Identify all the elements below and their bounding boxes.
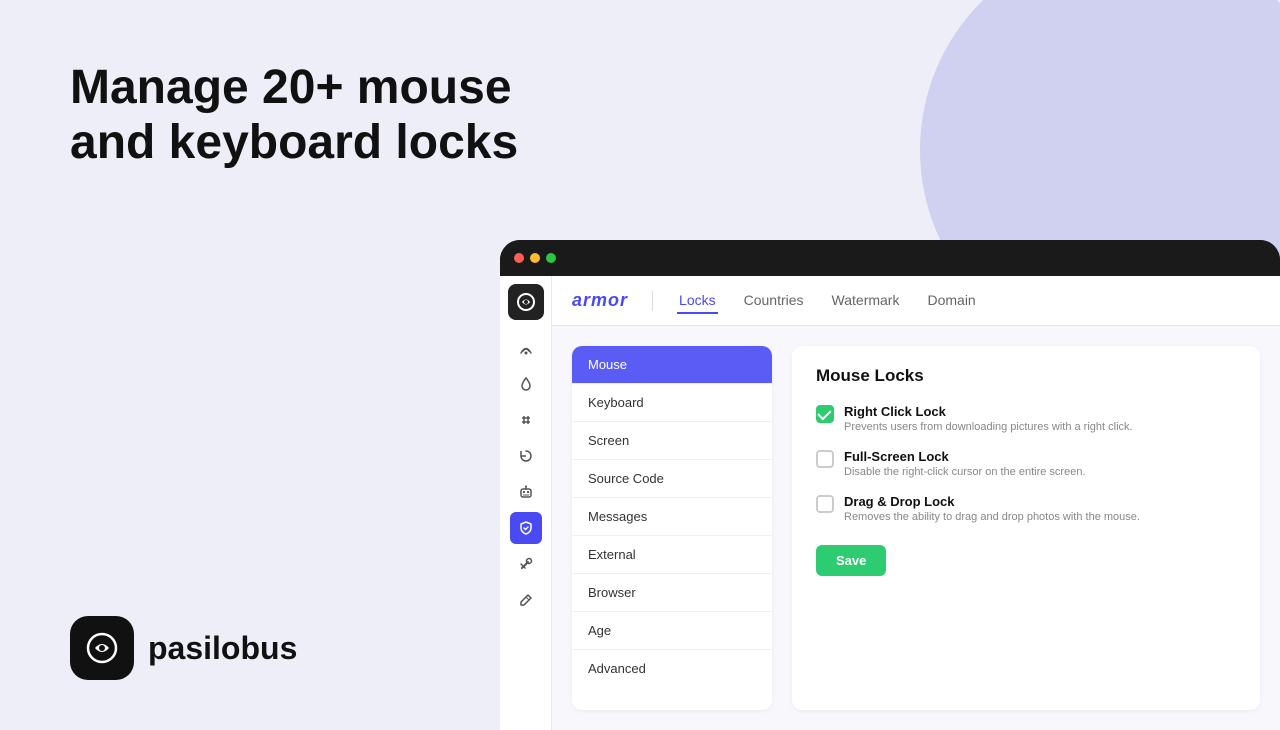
grid-icon	[518, 412, 534, 428]
brand-section: pasilobus	[70, 616, 297, 680]
antenna-icon	[518, 340, 534, 356]
drag-drop-checkbox[interactable]	[816, 495, 834, 513]
category-item-advanced[interactable]: Advanced	[572, 650, 772, 687]
save-button[interactable]: Save	[816, 545, 886, 576]
drag-drop-desc: Removes the ability to drag and drop pho…	[844, 511, 1140, 523]
window-topbar	[500, 240, 1280, 276]
sidebar-logo-icon	[515, 291, 537, 313]
nav-tab-locks[interactable]: Locks	[677, 288, 718, 314]
sidebar-icon-grid[interactable]	[510, 404, 542, 436]
app-inner: armor Locks Countries Watermark Domain M…	[500, 276, 1280, 730]
app-window: armor Locks Countries Watermark Domain M…	[500, 240, 1280, 730]
nav-tab-countries[interactable]: Countries	[742, 288, 806, 314]
nav-brand: armor	[572, 290, 628, 311]
drop-icon	[518, 376, 534, 392]
right-click-checkbox[interactable]	[816, 405, 834, 423]
category-item-age[interactable]: Age	[572, 612, 772, 650]
brand-logo	[70, 616, 134, 680]
shield-icon	[518, 520, 534, 536]
window-close-dot	[514, 253, 524, 263]
nav-divider	[652, 291, 653, 311]
brand-name-text: pasilobus	[148, 630, 297, 667]
lock-option-drag-drop: Drag & Drop Lock Removes the ability to …	[816, 494, 1236, 523]
nav-bar: armor Locks Countries Watermark Domain	[552, 276, 1280, 326]
nav-tab-domain[interactable]: Domain	[925, 288, 977, 314]
category-item-browser[interactable]: Browser	[572, 574, 772, 612]
sidebar-icon-refresh[interactable]	[510, 440, 542, 472]
sidebar-icon-tools[interactable]	[510, 548, 542, 580]
category-item-screen[interactable]: Screen	[572, 422, 772, 460]
full-screen-text: Full-Screen Lock Disable the right-click…	[844, 449, 1086, 478]
hero-section: Manage 20+ mouse and keyboard locks	[70, 60, 518, 170]
drag-drop-text: Drag & Drop Lock Removes the ability to …	[844, 494, 1140, 523]
window-minimize-dot	[530, 253, 540, 263]
category-item-external[interactable]: External	[572, 536, 772, 574]
main-content: armor Locks Countries Watermark Domain M…	[552, 276, 1280, 730]
sidebar-icon-shield[interactable]	[510, 512, 542, 544]
window-maximize-dot	[546, 253, 556, 263]
right-click-text: Right Click Lock Prevents users from dow…	[844, 404, 1133, 433]
categories-panel: Mouse Keyboard Screen Source Code Messag…	[572, 346, 772, 710]
full-screen-name: Full-Screen Lock	[844, 449, 1086, 464]
category-item-mouse[interactable]: Mouse	[572, 346, 772, 384]
brand-logo-icon	[82, 628, 122, 668]
right-click-desc: Prevents users from downloading pictures…	[844, 421, 1133, 433]
sidebar-icon-pen[interactable]	[510, 584, 542, 616]
content-area: Mouse Keyboard Screen Source Code Messag…	[552, 326, 1280, 730]
sidebar-icon-antenna[interactable]	[510, 332, 542, 364]
nav-tab-watermark[interactable]: Watermark	[830, 288, 902, 314]
full-screen-checkbox[interactable]	[816, 450, 834, 468]
category-item-keyboard[interactable]: Keyboard	[572, 384, 772, 422]
full-screen-desc: Disable the right-click cursor on the en…	[844, 466, 1086, 478]
category-item-messages[interactable]: Messages	[572, 498, 772, 536]
sidebar	[500, 276, 552, 730]
sidebar-icon-robot[interactable]	[510, 476, 542, 508]
hero-title: Manage 20+ mouse and keyboard locks	[70, 60, 518, 170]
lock-option-full-screen: Full-Screen Lock Disable the right-click…	[816, 449, 1236, 478]
robot-icon	[518, 484, 534, 500]
locks-title: Mouse Locks	[816, 366, 1236, 386]
right-click-name: Right Click Lock	[844, 404, 1133, 419]
sidebar-logo[interactable]	[508, 284, 544, 320]
pen-icon	[518, 592, 534, 608]
drag-drop-name: Drag & Drop Lock	[844, 494, 1140, 509]
locks-panel: Mouse Locks Right Click Lock Prevents us…	[792, 346, 1260, 710]
lock-option-right-click: Right Click Lock Prevents users from dow…	[816, 404, 1236, 433]
sidebar-icon-drop[interactable]	[510, 368, 542, 400]
category-item-source-code[interactable]: Source Code	[572, 460, 772, 498]
tools-icon	[518, 556, 534, 572]
refresh-icon	[518, 448, 534, 464]
